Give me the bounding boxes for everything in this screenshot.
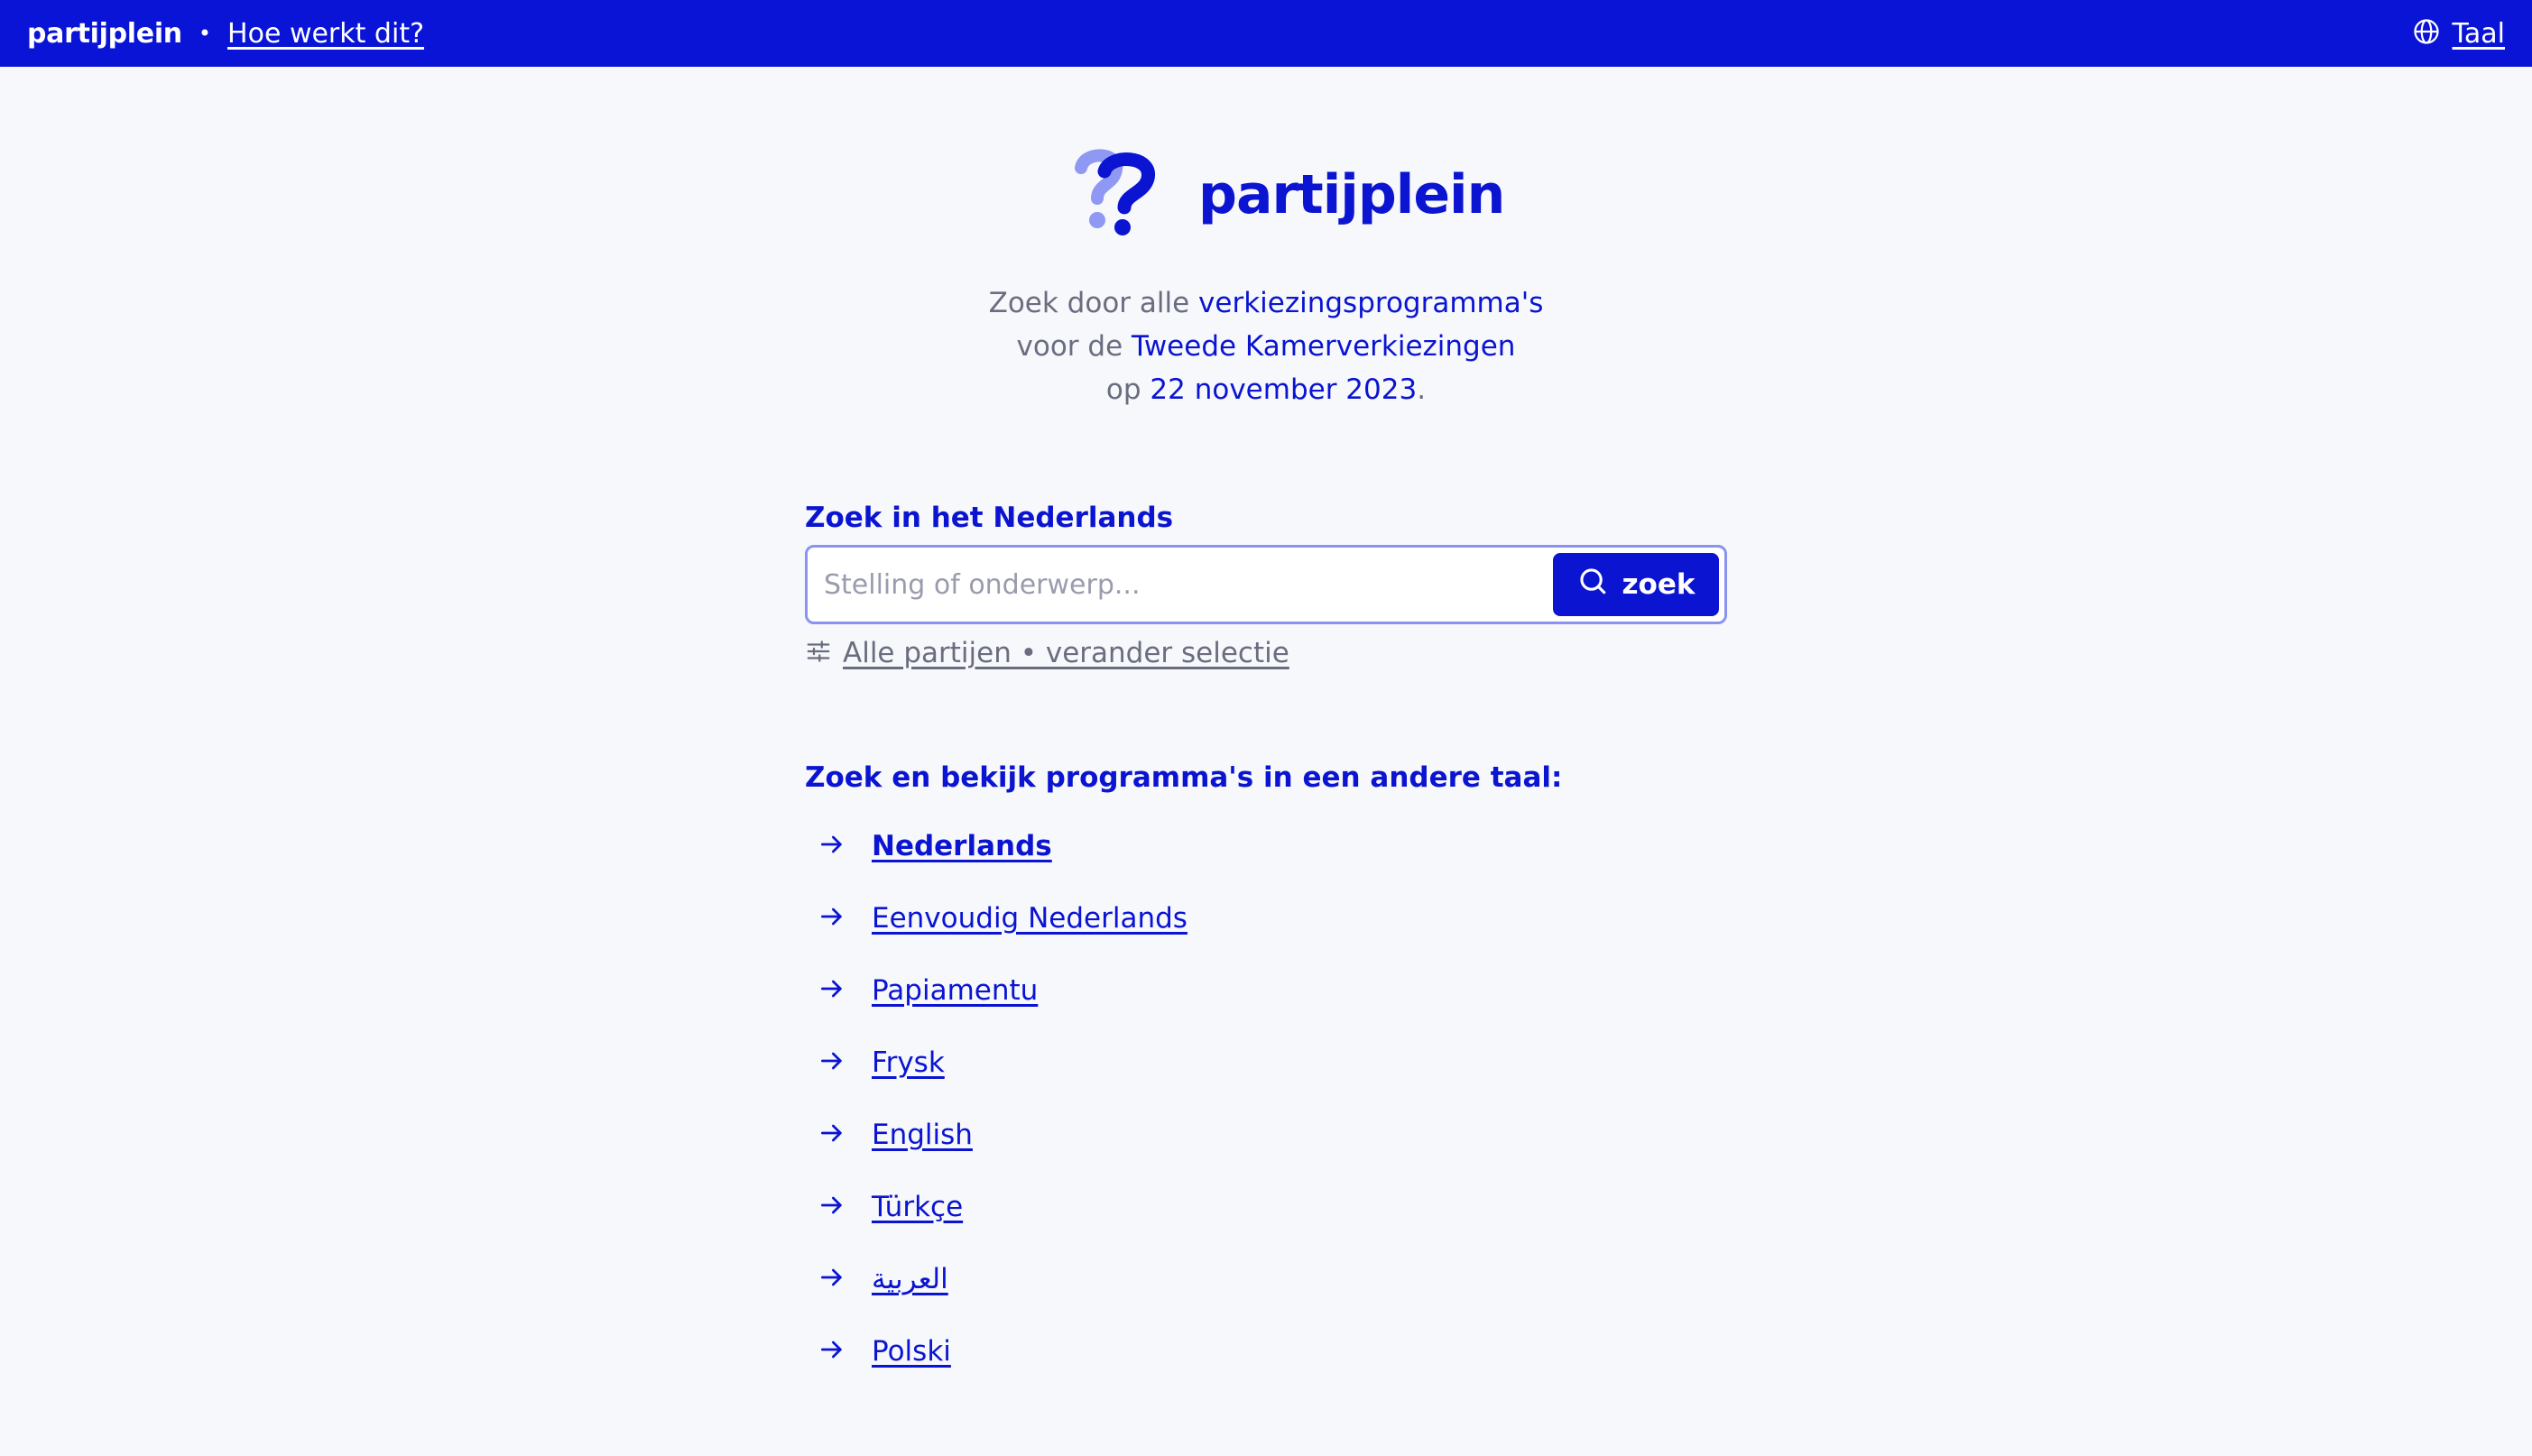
language-link-papiamentu[interactable]: Papiamentu bbox=[872, 974, 1038, 1007]
language-link-frysk[interactable]: Frysk bbox=[872, 1046, 945, 1079]
intro-line-3-prefix: op bbox=[1105, 373, 1150, 406]
arrow-right-icon bbox=[818, 902, 846, 935]
language-item-english: English bbox=[805, 1099, 1797, 1171]
language-label: Taal bbox=[2452, 17, 2505, 50]
wordmark: partijplein bbox=[1198, 163, 1505, 226]
intro-line-3: op 22 november 2023. bbox=[0, 368, 2532, 411]
arrow-right-icon bbox=[818, 1191, 846, 1223]
language-link-arabic[interactable]: العربية bbox=[872, 1263, 948, 1295]
question-mark-logo-icon bbox=[1070, 148, 1160, 242]
search-section: Zoek in het Nederlands zoek Alle p bbox=[805, 502, 1729, 669]
language-item-arabic: العربية bbox=[805, 1243, 1797, 1315]
language-list: Nederlands Eenvoudig Nederlands Papiamen… bbox=[805, 810, 1797, 1387]
arrow-right-icon bbox=[818, 974, 846, 1007]
arrow-right-icon bbox=[818, 1046, 846, 1079]
top-navigation-bar: partijplein • Hoe werkt dit? Taal bbox=[0, 0, 2532, 67]
language-link-eenvoudig-nederlands[interactable]: Eenvoudig Nederlands bbox=[872, 902, 1187, 935]
language-link-nederlands[interactable]: Nederlands bbox=[872, 830, 1052, 862]
intro-line-2: voor de Tweede Kamerverkiezingen bbox=[0, 325, 2532, 368]
language-item-eenvoudig-nederlands: Eenvoudig Nederlands bbox=[805, 882, 1797, 954]
globe-icon bbox=[2413, 18, 2440, 49]
language-item-turkce: Türkçe bbox=[805, 1171, 1797, 1243]
intro-line-2-highlight: Tweede Kamerverkiezingen bbox=[1132, 330, 1516, 363]
hero-logo: partijplein bbox=[1070, 148, 1505, 242]
search-icon bbox=[1577, 566, 1608, 604]
search-button-label: zoek bbox=[1622, 568, 1696, 601]
intro-line-3-suffix: . bbox=[1417, 373, 1427, 406]
party-filter-row[interactable]: Alle partijen • verander selectie bbox=[805, 637, 1729, 669]
intro-line-3-highlight: 22 november 2023 bbox=[1150, 373, 1418, 406]
arrow-right-icon bbox=[818, 1335, 846, 1368]
language-menu-button[interactable]: Taal bbox=[2413, 18, 2505, 50]
intro-text: Zoek door alle verkiezingsprogramma's vo… bbox=[0, 281, 2532, 411]
search-input[interactable] bbox=[824, 551, 1553, 618]
language-item-frysk: Frysk bbox=[805, 1027, 1797, 1099]
search-label: Zoek in het Nederlands bbox=[805, 502, 1174, 534]
language-link-turkce[interactable]: Türkçe bbox=[872, 1191, 963, 1223]
language-item-papiamentu: Papiamentu bbox=[805, 954, 1797, 1027]
language-heading: Zoek en bekijk programma's in een andere… bbox=[805, 761, 1563, 794]
search-button[interactable]: zoek bbox=[1553, 553, 1719, 616]
search-box: zoek bbox=[805, 545, 1727, 624]
intro-line-1-prefix: Zoek door alle bbox=[988, 287, 1199, 319]
party-selection-link[interactable]: Alle partijen • verander selectie bbox=[843, 637, 1289, 669]
brand-name[interactable]: partijplein bbox=[27, 18, 182, 50]
intro-line-1: Zoek door alle verkiezingsprogramma's bbox=[0, 281, 2532, 325]
arrow-right-icon bbox=[818, 1263, 846, 1295]
sliders-icon bbox=[805, 638, 832, 668]
arrow-right-icon bbox=[818, 1119, 846, 1151]
language-section: Zoek en bekijk programma's in een andere… bbox=[805, 761, 1797, 1387]
language-item-nederlands: Nederlands bbox=[805, 810, 1797, 882]
intro-line-2-prefix: voor de bbox=[1016, 330, 1132, 363]
separator-dot: • bbox=[198, 21, 212, 46]
how-does-it-work-link[interactable]: Hoe werkt dit? bbox=[227, 18, 424, 50]
arrow-right-icon bbox=[818, 830, 846, 862]
language-link-polski[interactable]: Polski bbox=[872, 1335, 951, 1368]
language-item-polski: Polski bbox=[805, 1315, 1797, 1387]
language-link-english[interactable]: English bbox=[872, 1119, 973, 1151]
intro-line-1-highlight: verkiezingsprogramma's bbox=[1198, 287, 1544, 319]
